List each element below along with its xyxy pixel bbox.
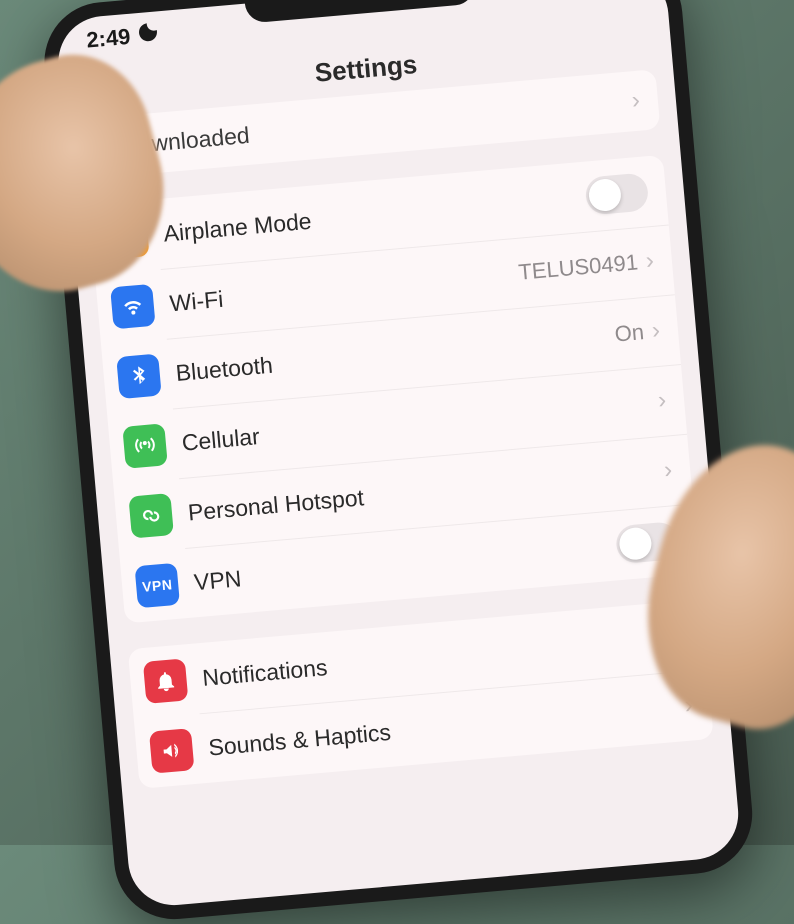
chevron-right-icon: › — [631, 86, 641, 115]
wifi-icon — [110, 283, 156, 329]
airplane-toggle[interactable] — [584, 172, 649, 215]
bluetooth-value: On — [614, 319, 646, 347]
vpn-label: VPN — [193, 531, 618, 595]
chevron-right-icon: › — [663, 456, 673, 485]
chevron-right-icon: › — [645, 247, 655, 276]
cellular-icon — [122, 423, 168, 469]
chevron-right-icon: › — [651, 316, 661, 345]
bluetooth-icon — [116, 353, 162, 399]
clock-text: 2:49 — [85, 23, 131, 53]
vpn-badge-text: VPN — [141, 576, 173, 595]
sounds-icon — [149, 728, 195, 774]
screen: 2:49 Settings le Downloaded › — [55, 0, 742, 908]
notifications-icon — [143, 658, 189, 704]
do-not-disturb-icon — [135, 19, 162, 51]
vpn-icon: VPN — [135, 562, 181, 608]
status-time: 2:49 — [85, 19, 161, 55]
hotspot-icon — [128, 493, 174, 539]
wifi-label: Wi-Fi — [169, 259, 520, 316]
network-section: Airplane Mode Wi-Fi TELUS0491 › Bluetoot… — [89, 154, 699, 623]
general-section: Notifications › Sounds & Haptics › — [128, 599, 714, 789]
settings-content[interactable]: le Downloaded › Airplane Mode — [63, 67, 731, 790]
wifi-value: TELUS0491 — [517, 249, 639, 285]
chevron-right-icon: › — [657, 386, 667, 415]
